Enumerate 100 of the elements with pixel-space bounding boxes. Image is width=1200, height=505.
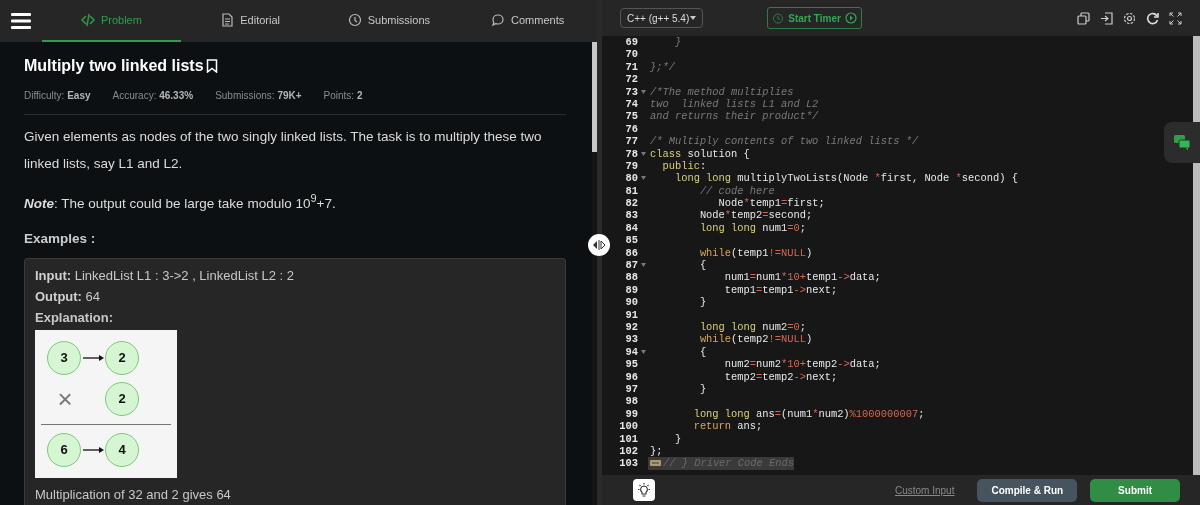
code-line: } — [698, 296, 707, 309]
line-number: 86 — [624, 246, 638, 260]
line-number: 90 — [624, 296, 638, 309]
fold-caret-icon[interactable] — [640, 151, 646, 156]
fold-caret-icon[interactable] — [640, 349, 646, 354]
chat-button[interactable] — [1164, 122, 1200, 163]
code-line: } — [698, 382, 707, 396]
settings-icon[interactable] — [1123, 11, 1136, 25]
caret-icon — [690, 16, 697, 20]
problem-stat: Points: 2 — [323, 89, 363, 101]
code-line: Node*temp2=second; — [698, 209, 813, 222]
code-line: /*The method multiplies — [649, 85, 794, 98]
code-line: Node*temp1=first; — [717, 197, 825, 210]
list-node: 2 — [105, 381, 139, 416]
code-line: long long ans=(num1*num2)%1000000007; — [692, 407, 925, 421]
code-line: long long multiplyTwoLists(Node *first, Node *second) { — [673, 172, 1018, 185]
fullscreen-icon[interactable] — [1169, 11, 1182, 25]
start-timer-button[interactable]: Start Timer — [767, 7, 862, 29]
code-line: { — [698, 259, 707, 272]
line-number: 69 — [624, 36, 638, 49]
line-number: 80 — [624, 172, 638, 185]
menu-icon[interactable] — [11, 12, 31, 30]
alarm-clock-icon — [772, 12, 785, 24]
example-output-text: Output: 64 — [35, 287, 101, 306]
arrow-icon — [83, 353, 105, 362]
line-number: 89 — [624, 283, 638, 297]
tab[interactable]: Problem — [42, 0, 181, 42]
submit-button[interactable]: Submit — [1090, 478, 1180, 502]
code-line: } — [673, 432, 682, 445]
note-text: Note: The output could be large take modulo 10$^{9}$+7. — [24, 191, 337, 213]
line-number: 96 — [624, 370, 638, 383]
line-number: 73 — [624, 85, 638, 98]
code-line: temp1=temp1->next; — [723, 283, 838, 297]
problem-stat: Accuracy: 46.33% — [112, 89, 194, 101]
line-number: 84 — [624, 221, 638, 235]
line-number: 98 — [624, 395, 638, 408]
line-number: 81 — [624, 184, 638, 198]
scrollbar[interactable] — [1193, 36, 1200, 475]
problem-description: Given elements as nodes of the two singly linked lists. The task is to multiply these two linked lists, say L1 and L2. — [24, 128, 543, 173]
line-number: 76 — [624, 122, 638, 136]
play-icon — [844, 12, 857, 24]
code-line: num1=num1*10+temp1->data; — [723, 271, 881, 284]
compile-run-button[interactable]: Compile & Run — [977, 478, 1078, 502]
tab[interactable]: Comments — [458, 0, 597, 42]
line-number: 75 — [624, 110, 638, 123]
fold-caret-icon[interactable] — [640, 89, 646, 94]
line-number: 94 — [624, 345, 638, 359]
line-number: 88 — [624, 271, 638, 284]
line-number: 85 — [624, 234, 638, 247]
code-line: /* Multiply contents of two linked lists */ — [649, 135, 919, 148]
code-line: and returns their product*/ — [649, 110, 819, 123]
line-number: 79 — [624, 159, 638, 173]
list-node: 4 — [105, 432, 139, 467]
line-number: 92 — [624, 321, 638, 334]
problem-stat: Submissions: 79K+ — [215, 89, 302, 101]
list-node: 3 — [47, 340, 81, 375]
line-number: 102 — [618, 444, 638, 458]
line-number: 91 — [624, 308, 638, 321]
code-line: num2=num2*10+temp2->data; — [723, 358, 881, 371]
line-number: 71 — [624, 60, 638, 74]
hint-button[interactable] — [633, 479, 655, 501]
line-number: 103 — [618, 457, 638, 470]
code-line: while(temp2!=NULL) — [698, 333, 813, 346]
scrollbar-thumb[interactable] — [592, 42, 597, 152]
code-line: // code here — [698, 184, 775, 198]
code-line: two linked lists L1 and L2 — [649, 97, 819, 111]
code-icon — [80, 13, 95, 27]
line-number: 83 — [624, 209, 638, 222]
code-line: temp2=temp2->next; — [723, 370, 838, 383]
chat-icon — [491, 13, 506, 27]
fold-caret-icon[interactable] — [640, 263, 646, 268]
tab[interactable]: Editorial — [180, 0, 320, 42]
example-input-text: Input: LinkedList L1 : 3->2 , LinkedList L2 : 2 — [35, 266, 296, 285]
split-arrows-icon — [592, 240, 606, 250]
tab[interactable]: Submissions — [319, 0, 459, 42]
arrow-icon — [83, 445, 105, 454]
line-number: 72 — [624, 73, 638, 86]
line-number: 93 — [624, 333, 638, 346]
line-number: 100 — [618, 420, 638, 433]
line-number: 101 — [618, 432, 638, 445]
code-line: } — [673, 36, 682, 49]
line-number: 99 — [624, 407, 638, 421]
custom-input-link[interactable]: Custom Input — [894, 484, 955, 496]
sign-in-icon[interactable] — [1100, 11, 1113, 25]
multiply-sign: × — [56, 383, 74, 414]
chat-bubbles-icon — [1173, 134, 1191, 151]
explanation-label: Explanation: — [35, 308, 114, 327]
bookmark-icon[interactable] — [205, 59, 218, 73]
problem-stat: Difficulty: Easy — [24, 89, 91, 101]
reset-icon[interactable] — [1146, 11, 1159, 25]
copy-icon[interactable] — [1077, 11, 1090, 25]
code-line: { — [698, 345, 707, 359]
code-line: }; — [649, 444, 663, 458]
code-line: public: — [661, 159, 707, 173]
line-number: 74 — [624, 97, 638, 111]
language-dropdown[interactable]: C++ (g++ 5.4) — [620, 8, 704, 28]
examples-heading: Examples : — [24, 230, 97, 246]
code-line: class solution { — [649, 147, 750, 160]
list-node: 6 — [47, 432, 81, 467]
fold-caret-icon[interactable] — [640, 176, 646, 181]
